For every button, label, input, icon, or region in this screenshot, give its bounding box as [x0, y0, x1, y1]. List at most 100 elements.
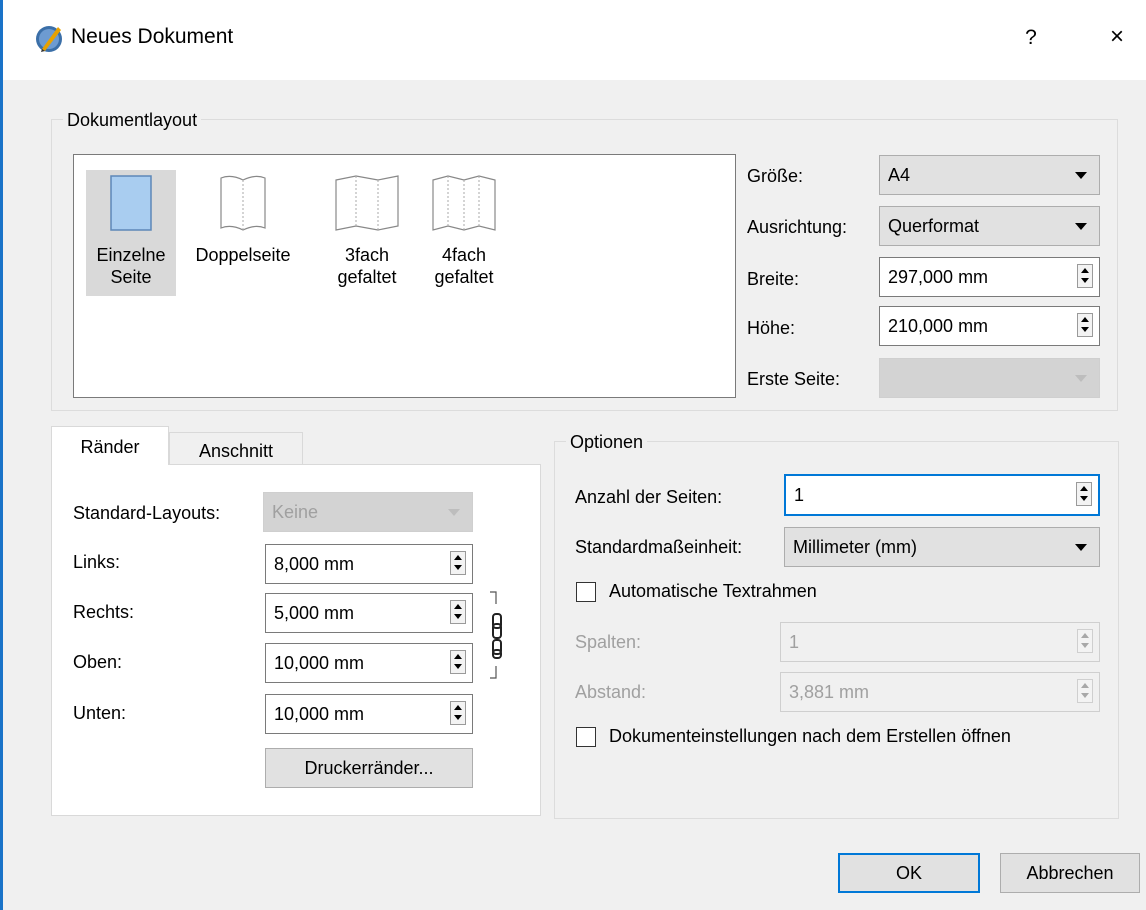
scribus-logo-icon [36, 26, 62, 52]
layout-quadfold-line2: gefaltet [434, 267, 494, 287]
pages-spinbox[interactable]: 1 [784, 474, 1100, 516]
right-margin-stepper[interactable] [450, 600, 466, 624]
presets-value: Keine [272, 502, 319, 522]
columns-stepper [1077, 629, 1093, 653]
unit-value: Millimeter (mm) [793, 537, 917, 557]
arrow-down-icon [1080, 496, 1088, 501]
auto-frames-checkbox[interactable] [576, 582, 596, 602]
arrow-down-icon [1081, 327, 1089, 332]
width-label: Breite: [747, 269, 800, 289]
first-page-label: Erste Seite: [747, 369, 841, 389]
right-margin-spinbox[interactable]: 5,000 mm [265, 593, 473, 633]
window-title: Neues Dokument [71, 25, 234, 48]
arrow-down-icon [1081, 693, 1089, 698]
pages-stepper[interactable] [1076, 482, 1092, 506]
chevron-down-icon [1075, 375, 1087, 382]
width-value: 297,000 mm [888, 267, 989, 287]
top-margin-spinbox[interactable]: 10,000 mm [265, 643, 473, 683]
tab-margins[interactable]: Ränder [51, 426, 169, 466]
pages-value: 1 [794, 485, 805, 505]
top-margin-label: Oben: [73, 652, 123, 672]
layout-single-line2: Seite [110, 267, 152, 287]
arrow-down-icon [454, 715, 462, 720]
layout-trifold-line2: gefaltet [337, 267, 397, 287]
arrow-down-icon [1081, 643, 1089, 648]
right-margin-value: 5,000 mm [274, 603, 355, 623]
height-value: 210,000 mm [888, 316, 989, 336]
top-margin-stepper[interactable] [450, 650, 466, 674]
open-settings-checkbox[interactable] [576, 727, 596, 747]
size-label: Größe: [747, 166, 804, 186]
width-spinbox[interactable]: 297,000 mm [879, 257, 1100, 297]
help-icon[interactable]: ? [1013, 20, 1049, 56]
orientation-select[interactable]: Querformat [879, 206, 1100, 246]
document-layout-title: Dokumentlayout [63, 110, 202, 131]
arrow-down-icon [1081, 278, 1089, 283]
width-stepper[interactable] [1077, 264, 1093, 288]
chevron-down-icon [448, 509, 460, 516]
ok-button[interactable]: OK [838, 853, 980, 893]
layout-quadfold-line1: 4fach [441, 245, 487, 265]
columns-value: 1 [789, 632, 800, 652]
orientation-label: Ausrichtung: [747, 217, 848, 237]
arrow-up-icon [454, 705, 462, 710]
single-page-icon [110, 175, 152, 231]
layout-trifold-line1: 3fach [344, 245, 390, 265]
layout-trifold[interactable]: 3fach gefaltet [318, 170, 416, 296]
first-page-select [879, 358, 1100, 398]
cancel-label: Abbrechen [1026, 863, 1114, 883]
orientation-select-value: Querformat [888, 216, 980, 236]
left-margin-stepper[interactable] [450, 551, 466, 575]
bottom-margin-stepper[interactable] [450, 701, 466, 725]
title-bar: Neues Dokument ? × [3, 0, 1146, 80]
presets-select: Keine [263, 492, 473, 532]
bottom-margin-label: Unten: [73, 703, 127, 723]
bottom-margin-spinbox[interactable]: 10,000 mm [265, 694, 473, 734]
quadfold-icon [432, 175, 496, 231]
columns-label: Spalten: [575, 632, 642, 652]
arrow-up-icon [454, 604, 462, 609]
columns-spinbox: 1 [780, 622, 1100, 662]
tab-margins-label: Ränder [80, 437, 140, 457]
layout-double-page[interactable]: Doppelseite [180, 170, 306, 296]
ok-label: OK [895, 863, 922, 883]
chevron-down-icon [1075, 544, 1087, 551]
arrow-down-icon [454, 614, 462, 619]
height-spinbox[interactable]: 210,000 mm [879, 306, 1100, 346]
tab-bleed-label: Anschnitt [198, 441, 274, 461]
pages-label: Anzahl der Seiten: [575, 487, 723, 507]
tab-bleed[interactable]: Anschnitt [169, 432, 303, 466]
arrow-up-icon [454, 555, 462, 560]
layout-double-line1: Doppelseite [195, 245, 291, 265]
arrow-down-icon [454, 664, 462, 669]
bottom-margin-value: 10,000 mm [274, 704, 365, 724]
height-label: Höhe: [747, 318, 796, 338]
close-icon[interactable]: × [1099, 20, 1135, 56]
right-margin-label: Rechts: [73, 602, 135, 622]
left-margin-label: Links: [73, 552, 121, 572]
top-margin-value: 10,000 mm [274, 653, 365, 673]
options-title: Optionen [566, 432, 648, 453]
left-margin-value: 8,000 mm [274, 554, 355, 574]
arrow-up-icon [1081, 268, 1089, 273]
cancel-button[interactable]: Abbrechen [1000, 853, 1140, 893]
layout-quadfold[interactable]: 4fach gefaltet [416, 170, 512, 296]
double-page-icon [220, 175, 266, 231]
arrow-down-icon [454, 565, 462, 570]
printer-margins-button[interactable]: Druckerränder... [265, 748, 473, 788]
size-select[interactable]: A4 [879, 155, 1100, 195]
gap-stepper [1077, 679, 1093, 703]
arrow-up-icon [1081, 317, 1089, 322]
unit-select[interactable]: Millimeter (mm) [784, 527, 1100, 567]
auto-frames-label: Automatische Textrahmen [609, 581, 817, 601]
arrow-up-icon [1081, 633, 1089, 638]
arrow-up-icon [454, 654, 462, 659]
height-stepper[interactable] [1077, 313, 1093, 337]
trifold-icon [335, 175, 399, 231]
left-margin-spinbox[interactable]: 8,000 mm [265, 544, 473, 584]
chevron-down-icon [1075, 223, 1087, 230]
chevron-down-icon [1075, 172, 1087, 179]
chain-link-icon[interactable] [484, 590, 514, 680]
layout-single-page[interactable]: Einzelne Seite [86, 170, 176, 296]
layout-single-line1: Einzelne [96, 245, 166, 265]
